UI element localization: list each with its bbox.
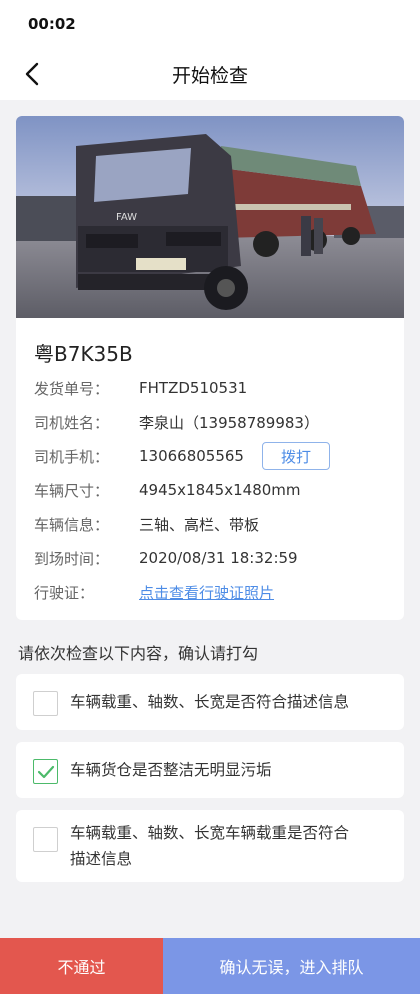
checkbox[interactable]	[33, 827, 58, 852]
check-item-text: 车辆货仓是否整洁无明显污垢	[70, 761, 272, 779]
info-row-license: 行驶证： 点击查看行驶证照片	[34, 580, 274, 604]
info-label: 车辆信息：	[34, 515, 110, 534]
info-value: FHTZD510531	[139, 379, 248, 397]
check-instruction: 请依次检查以下内容，确认请打勾	[18, 644, 259, 663]
nav-bar: 开始检查	[0, 48, 420, 100]
info-label: 发货单号：	[34, 379, 110, 398]
info-value: 李泉山（13958789983）	[139, 413, 319, 432]
check-item[interactable]: 车辆货仓是否整洁无明显污垢	[16, 742, 404, 798]
info-label: 车辆尺寸：	[34, 481, 110, 500]
check-item-text-line: 描述信息	[70, 850, 133, 868]
info-value: 4945x1845x1480mm	[139, 481, 301, 499]
license-photo-link[interactable]: 点击查看行驶证照片	[139, 582, 274, 603]
page-title: 开始检查	[171, 64, 248, 87]
photo-badge: FAW	[116, 212, 137, 223]
info-row-vehicle-info: 车辆信息： 三轴、高栏、带板	[34, 512, 259, 536]
info-row-size: 车辆尺寸： 4945x1845x1480mm	[34, 478, 301, 502]
check-item[interactable]: 车辆载重、轴数、长宽车辆载重是否符合 描述信息	[16, 810, 404, 882]
back-button[interactable]	[18, 60, 46, 88]
check-item[interactable]: 车辆载重、轴数、长宽是否符合描述信息	[16, 674, 404, 730]
status-bar: 00:02	[0, 0, 420, 48]
info-label: 行驶证：	[34, 583, 95, 602]
check-item-text-line: 车辆载重、轴数、长宽车辆载重是否符合	[70, 824, 350, 842]
info-row-driver-phone: 司机手机： 13066805565 拨打	[34, 442, 330, 470]
info-value: 13066805565	[139, 447, 244, 465]
bottom-action-bar: 不通过 确认无误，进入排队	[0, 938, 420, 994]
info-label: 到场时间：	[34, 549, 110, 568]
confirm-queue-button[interactable]: 确认无误，进入排队	[163, 938, 420, 994]
vehicle-card: FAW 粤B7K35B 发货单号： FHTZD510531 司机姓名： 李泉山（…	[16, 116, 404, 620]
call-button[interactable]: 拨打	[261, 442, 330, 470]
info-value: 三轴、高栏、带板	[139, 515, 260, 534]
vehicle-photo[interactable]: FAW	[16, 116, 404, 318]
chevron-left-icon	[25, 62, 39, 86]
info-label: 司机手机：	[34, 447, 110, 466]
checkbox-checked[interactable]	[33, 759, 58, 784]
checkmark-icon	[37, 765, 54, 778]
info-row-arrival-time: 到场时间： 2020/08/31 18:32:59	[34, 546, 298, 570]
reject-button[interactable]: 不通过	[0, 938, 163, 994]
info-row-shipment: 发货单号： FHTZD510531	[34, 376, 247, 400]
check-item-text: 车辆载重、轴数、长宽车辆载重是否符合 描述信息	[70, 820, 388, 872]
info-label: 司机姓名：	[34, 413, 110, 432]
checkbox[interactable]	[33, 691, 58, 716]
info-row-driver-name: 司机姓名： 李泉山（13958789983）	[34, 410, 319, 434]
check-item-text: 车辆载重、轴数、长宽是否符合描述信息	[70, 693, 350, 711]
plate-number: 粤B7K35B	[34, 342, 133, 366]
info-value: 2020/08/31 18:32:59	[139, 549, 298, 567]
status-time: 00:02	[28, 15, 76, 33]
